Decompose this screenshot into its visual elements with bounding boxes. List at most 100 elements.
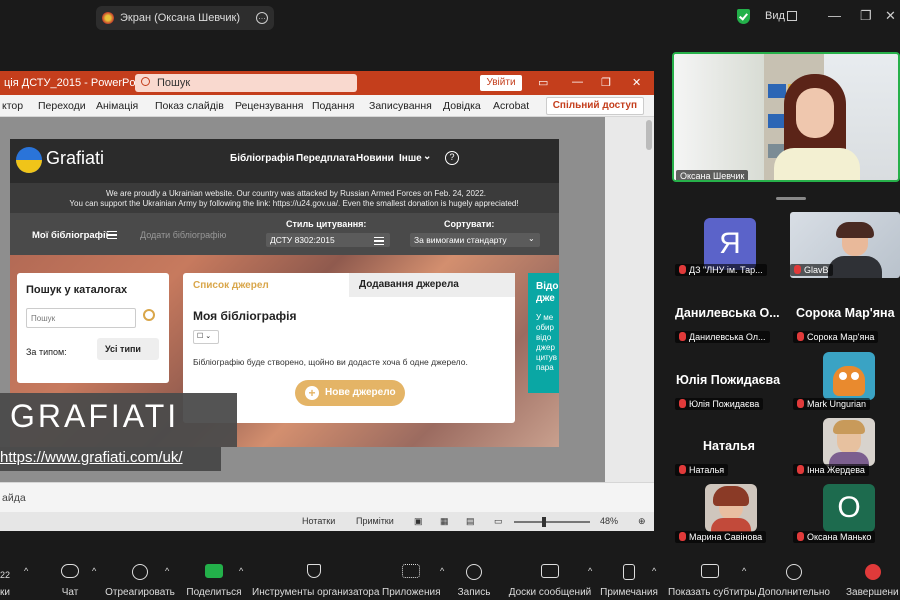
participant-name: Інна Жердева (793, 464, 869, 476)
more-button[interactable]: Дополнительно (758, 554, 830, 600)
ribbon-tab[interactable]: Анімація (96, 100, 138, 112)
notes-caret-icon[interactable]: ^ (652, 566, 656, 576)
participants-button[interactable]: 22 ки (0, 554, 24, 600)
record-button[interactable]: Запись (454, 554, 494, 600)
sort-label: Сортувати: (444, 219, 495, 229)
panel-drag-handle[interactable] (776, 197, 806, 200)
apps-caret-icon[interactable]: ^ (440, 566, 444, 576)
more-options-icon[interactable]: … (256, 12, 268, 24)
share-screen-button[interactable]: Поделиться (186, 554, 242, 600)
ribbon-tab[interactable]: Acrobat (493, 100, 529, 112)
ppt-close-icon[interactable]: ✕ (632, 76, 641, 89)
normal-view-icon[interactable]: ▣ (414, 516, 423, 527)
slideshow-icon[interactable]: ▭ (494, 516, 503, 527)
ribbon-tab[interactable]: ктор (2, 100, 23, 112)
participant-big-name: Сорока Мар'яна (796, 306, 895, 320)
ribbon-tab[interactable]: Рецензування (235, 100, 303, 112)
ppt-restore-icon[interactable]: ❐ (601, 76, 611, 89)
record-label: Запись (457, 587, 491, 598)
chat-caret-icon[interactable]: ^ (92, 566, 96, 576)
participant-avatar-image (823, 418, 875, 466)
info-text: У ме обир відо джер цитув пара (536, 313, 558, 372)
type-select: Усі типи (97, 338, 159, 360)
share-access-button[interactable]: Спільний доступ (545, 97, 644, 115)
view-button[interactable]: Вид (765, 10, 785, 22)
participant-name: Данилевська Ол... (675, 331, 770, 343)
zoom-slider[interactable] (514, 521, 590, 523)
bibliography-toolbar: Мої бібліографії Додати бібліографію Сти… (10, 213, 559, 255)
mic-muted-icon (797, 399, 804, 408)
ribbon-tab[interactable]: Показ слайдів (155, 100, 224, 112)
notes-pane[interactable]: айда (0, 482, 654, 512)
site-nav: Grafiati Бібліографія Передплата Новини … (10, 139, 559, 183)
plus-icon: + (305, 386, 319, 400)
view-grid-icon[interactable] (787, 11, 797, 21)
host-tools-button[interactable]: Инструменты организатора (252, 554, 379, 600)
mic-muted-icon (679, 399, 686, 408)
captions-label: Показать субтитры (668, 587, 757, 598)
ppt-minimize-icon[interactable]: — (572, 76, 583, 88)
participant-name: ДЗ "ЛНУ ім. Тар... (675, 264, 767, 276)
apps-button[interactable]: Приложения (382, 554, 441, 600)
signin-button[interactable]: Увійти (480, 75, 522, 91)
active-speaker-tile[interactable]: Оксана Шевчик (672, 52, 900, 182)
captions-button[interactable]: Показать субтитры (668, 554, 757, 600)
catalog-search-placeholder: Пошук (31, 314, 56, 323)
ppt-search-box[interactable]: Пошук (135, 74, 357, 92)
mic-muted-icon (797, 465, 804, 474)
empty-message: Бібліографію буде створено, щойно ви дод… (193, 357, 468, 367)
close-icon[interactable]: ✕ (885, 8, 896, 24)
notes-toggle[interactable]: Нотатки (302, 516, 335, 526)
catalog-search-panel: Пошук у каталогах Пошук За типом: Усі ти… (17, 273, 169, 383)
record-icon (466, 564, 482, 580)
ribbon-display-icon[interactable]: ▭ (538, 76, 548, 89)
screen-share-tab[interactable]: Экран (Оксана Шевчик) … (96, 6, 274, 30)
new-source-label: Нове джерело (325, 387, 396, 398)
ribbon-tab[interactable]: Довідка (443, 100, 481, 112)
restore-icon[interactable]: ❐ (860, 8, 872, 24)
participant-name: Mark Ungurian (793, 398, 871, 410)
mic-muted-icon (679, 332, 686, 341)
participant-avatar-image (823, 352, 875, 400)
ribbon-tab[interactable]: Подання (312, 100, 354, 112)
slide-sorter-icon[interactable]: ▦ (440, 516, 449, 527)
catalog-search-title: Пошук у каталогах (26, 284, 128, 296)
notes-label: Примечания (600, 587, 658, 598)
react-button[interactable]: Отреагировать (104, 554, 176, 600)
end-meeting-button[interactable]: Завершени (846, 554, 900, 600)
participants-caret-icon[interactable]: ^ (24, 566, 28, 576)
zoom-percent[interactable]: 48% (600, 516, 618, 526)
whiteboards-button[interactable]: Доски сообщений (506, 554, 594, 600)
whiteboards-caret-icon[interactable]: ^ (588, 566, 592, 576)
captions-caret-icon[interactable]: ^ (742, 566, 746, 576)
share-source-icon (102, 12, 114, 24)
vertical-scrollbar[interactable] (644, 117, 654, 482)
participant-avatar-image (705, 484, 757, 532)
ribbon-tabs: ктор Переходи Анімація Показ слайдів Рец… (0, 95, 654, 117)
participant-big-name: Данилевська О... (675, 306, 780, 320)
minimize-icon[interactable]: — (828, 8, 841, 23)
participants-label: ки (0, 587, 10, 598)
menu-icon (107, 231, 117, 239)
zoom-slider-knob[interactable] (542, 517, 546, 527)
reading-view-icon[interactable]: ▤ (466, 516, 475, 527)
notes-button[interactable]: Примечания (600, 554, 658, 600)
share-caret-icon[interactable]: ^ (239, 566, 243, 576)
fit-slide-icon[interactable]: ⊕ (638, 516, 646, 527)
comments-toggle[interactable]: Примітки (356, 516, 394, 526)
catalog-search-input: Пошук (26, 308, 136, 328)
search-icon (141, 77, 150, 86)
security-shield-icon[interactable] (737, 9, 750, 24)
mic-muted-icon (794, 265, 801, 274)
react-caret-icon[interactable]: ^ (165, 566, 169, 576)
new-source-button: + Нове джерело (295, 380, 405, 406)
heart-icon (132, 564, 148, 580)
ribbon-tab[interactable]: Переходи (38, 100, 86, 112)
chat-button[interactable]: Чат (50, 554, 90, 600)
share-screen-icon (205, 564, 223, 578)
ribbon-tab[interactable]: Записування (369, 100, 432, 112)
more-icon (786, 564, 802, 580)
slide-url: https://www.grafiati.com/uk/ (0, 449, 183, 466)
type-label: За типом: (26, 347, 67, 357)
ppt-file-title: ція ДСТУ_2015 - PowerPoint (4, 77, 148, 89)
